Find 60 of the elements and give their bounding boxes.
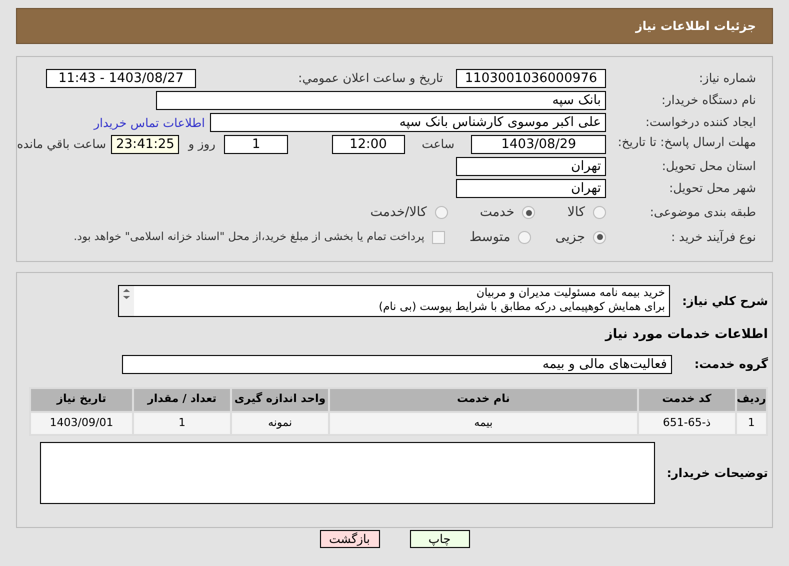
radio-label: خدمت	[480, 204, 514, 222]
field-label: شماره نیاز:	[698, 71, 756, 86]
radio-label: متوسط	[469, 228, 510, 246]
column-header: تاریخ نیاز	[30, 388, 133, 412]
payment-note: پرداخت تمام یا بخشی از مبلغ خرید،از محل "اسناد خزانه اسلامی" خواهد بود.	[74, 229, 424, 245]
radio-button[interactable]	[434, 206, 448, 220]
text-field[interactable]: بانک سپه	[156, 91, 606, 110]
radio-label: کالا/خدمت	[370, 204, 427, 222]
table-cell: 1	[736, 412, 767, 434]
page-title: جزئیات اطلاعات نیاز	[635, 18, 756, 35]
table-cell: 1	[133, 412, 231, 434]
text-field[interactable]: 1403/08/29	[471, 135, 606, 154]
back-button[interactable]: بازگشت	[320, 530, 380, 548]
table-cell: بیمه	[329, 412, 638, 434]
notes-textarea[interactable]	[40, 442, 655, 504]
radio-button[interactable]	[518, 230, 532, 244]
summary-line: برای همایش کوهپیمایی درکه مطابق با شرایط پیوست (بی نام)	[378, 300, 666, 314]
radio-label: جزیی	[555, 228, 585, 246]
section-heading: اطلاعات خدمات مورد نیاز	[604, 326, 768, 344]
text-field[interactable]: 1	[224, 135, 288, 154]
column-header: تعداد / مقدار	[133, 388, 231, 412]
text-field[interactable]: 1403/08/27 - 11:43	[46, 69, 196, 88]
checkbox[interactable]	[432, 230, 446, 244]
field-label: نام دستگاه خریدار:	[660, 93, 756, 108]
text-field[interactable]: فعالیت‌های مالی و بیمه	[122, 354, 672, 374]
summary-line: خرید بیمه نامه مسئولیت مدیران و مربیان	[475, 286, 666, 300]
radio-button[interactable]	[593, 230, 606, 244]
buyer-contact-link[interactable]: اطلاعات تماس خریدار	[94, 114, 205, 132]
field-label: مهلت ارسال پاسخ: تا تاریخ:	[616, 135, 756, 150]
column-header: کد خدمت	[638, 388, 736, 412]
column-header: ردیف	[736, 388, 767, 412]
text-field[interactable]: علی اکبر موسوی کارشناس بانک سپه	[210, 113, 606, 132]
radio-button[interactable]	[593, 206, 606, 220]
field-label: ساعت	[420, 137, 456, 152]
field-label: شهر محل تحویل:	[668, 181, 756, 196]
summary-label: شرح کلي نیاز:	[682, 293, 768, 310]
field-label: استان محل تحویل:	[660, 159, 756, 174]
column-header: نام خدمت	[329, 388, 638, 412]
notes-label: توضیحات خریدار:	[666, 464, 768, 482]
scrollbar-icon	[119, 286, 134, 316]
summary-textarea[interactable]: خرید بیمه نامه مسئولیت مدیران و مربیان برای همایش کوهپیمایی درکه مطابق با شرایط پیوست (بی نام)	[118, 285, 670, 317]
table-cell: ذ-65-651	[638, 412, 736, 434]
field-label: طبقه بندی موضوعی:	[648, 205, 756, 220]
field-label: تاریخ و ساعت اعلان عمومي:	[297, 71, 444, 86]
countdown-field[interactable]: 23:41:25	[111, 135, 180, 154]
group-label: گروه خدمت:	[693, 356, 768, 373]
column-header: واحد اندازه گیری	[231, 388, 329, 412]
field-label: روز و	[186, 137, 216, 152]
text-field[interactable]: تهران	[456, 179, 606, 198]
text-field[interactable]: تهران	[456, 157, 606, 176]
print-button[interactable]: چاپ	[410, 530, 470, 548]
table-cell: 1403/09/01	[30, 412, 133, 434]
text-field[interactable]: 12:00	[332, 135, 405, 154]
radio-label: کالا	[567, 204, 585, 222]
radio-button[interactable]	[522, 206, 536, 220]
field-label: نوع فرآیند خرید :	[670, 230, 756, 245]
field-label: ایجاد کننده درخواست:	[644, 115, 756, 130]
text-field[interactable]: 1103001036000976	[456, 69, 606, 88]
field-label: ساعت باقي مانده	[16, 137, 106, 152]
table-cell: نمونه	[231, 412, 329, 434]
